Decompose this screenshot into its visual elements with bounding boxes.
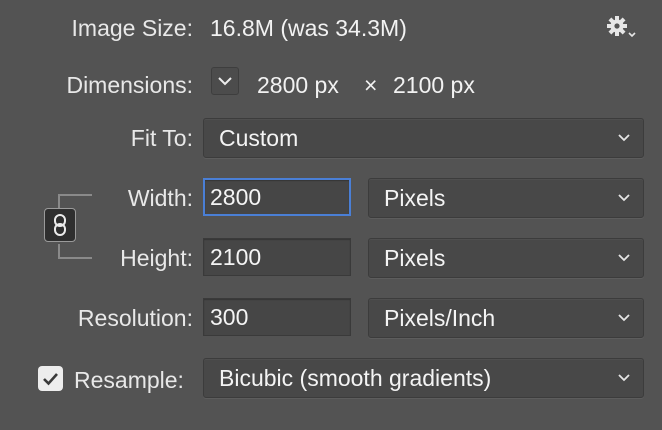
- chevron-down-icon: [618, 374, 630, 382]
- settings-button[interactable]: [606, 14, 640, 40]
- height-input[interactable]: 2100: [203, 238, 351, 276]
- resample-label: Resample:: [74, 367, 184, 393]
- width-unit-select[interactable]: Pixels: [368, 178, 644, 218]
- gear-icon: [607, 16, 636, 38]
- height-unit-value: Pixels: [384, 245, 446, 271]
- chevron-down-icon: [618, 194, 630, 202]
- constrain-bracket-bottom: [58, 257, 92, 259]
- link-icon: [54, 214, 66, 236]
- fit-to-value: Custom: [219, 125, 299, 151]
- constrain-bracket-top-vertical: [58, 194, 60, 208]
- height-unit-select[interactable]: Pixels: [368, 238, 644, 278]
- image-size-value: 16.8M (was 34.3M): [210, 15, 407, 41]
- dimensions-times: ×: [364, 72, 378, 98]
- fit-to-label: Fit To:: [130, 125, 193, 151]
- fit-to-select[interactable]: Custom: [203, 118, 644, 158]
- dimensions-height: 2100 px: [393, 72, 475, 98]
- resolution-input[interactable]: 300: [203, 298, 351, 336]
- width-label: Width:: [127, 185, 193, 211]
- constrain-bracket-top: [58, 194, 92, 196]
- height-label: Height:: [120, 245, 193, 271]
- resolution-unit-value: Pixels/Inch: [384, 305, 496, 331]
- resample-checkbox[interactable]: [38, 366, 63, 391]
- chevron-down-icon: [618, 134, 630, 142]
- image-size-label: Image Size:: [71, 15, 193, 41]
- constrain-proportions-button[interactable]: [44, 208, 76, 242]
- dimensions-toggle-button[interactable]: [211, 67, 239, 95]
- dimensions-width: 2800 px: [257, 72, 339, 98]
- resolution-label: Resolution:: [77, 305, 193, 331]
- width-unit-value: Pixels: [384, 185, 446, 211]
- chevron-down-icon: [218, 77, 232, 86]
- width-input[interactable]: 2800: [203, 178, 351, 216]
- chevron-down-icon: [618, 314, 630, 322]
- resample-method-value: Bicubic (smooth gradients): [219, 365, 492, 391]
- resample-method-select[interactable]: Bicubic (smooth gradients): [203, 358, 644, 398]
- checkmark-icon: [43, 373, 58, 386]
- dimensions-label: Dimensions:: [66, 72, 193, 98]
- resolution-unit-select[interactable]: Pixels/Inch: [368, 298, 644, 338]
- chevron-down-icon: [618, 254, 630, 262]
